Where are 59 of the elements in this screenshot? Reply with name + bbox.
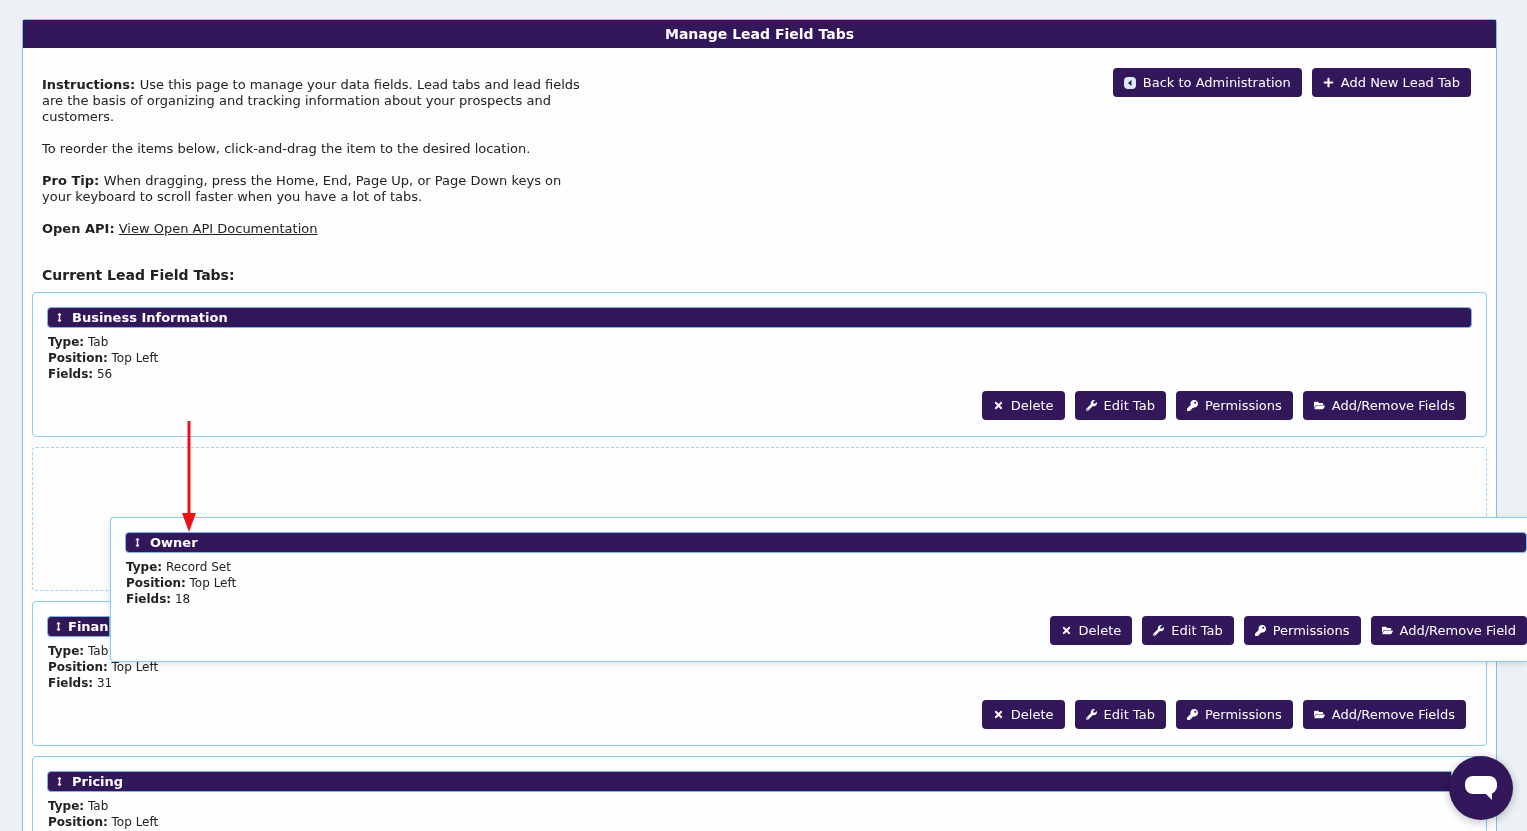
close-icon xyxy=(992,400,1004,411)
wrench-icon xyxy=(1085,400,1097,411)
action-button[interactable]: Permissions xyxy=(1243,616,1361,645)
tab-detail: Fields: 56 xyxy=(48,366,114,382)
tab-header[interactable]: Owner xyxy=(125,532,1527,553)
drag-handle-icon[interactable] xyxy=(55,313,64,322)
instruction-text: To reorder the items below, click-and-drag the item to the desired location. xyxy=(42,141,532,157)
action-button[interactable]: Permissions xyxy=(1175,391,1293,420)
action-button[interactable]: Edit Tab xyxy=(1074,700,1166,729)
page-title: Manage Lead Field Tabs xyxy=(23,20,1496,48)
tab-detail: Position: Top Left xyxy=(126,575,238,591)
tab-header[interactable]: Business Information xyxy=(47,307,1472,328)
close-icon xyxy=(1060,625,1072,636)
action-button[interactable]: Add/Remove Fields xyxy=(1302,391,1466,420)
key-icon xyxy=(1186,709,1198,720)
tab-detail: Type: Tab xyxy=(48,643,110,659)
action-button[interactable]: Delete xyxy=(981,700,1065,729)
api-label: Open API: xyxy=(42,221,115,236)
action-button[interactable]: Add/Remove Field xyxy=(1370,616,1527,645)
tab-detail: Type: Record Set xyxy=(126,559,232,575)
close-icon xyxy=(992,709,1004,720)
tab-title: Business Information xyxy=(72,308,228,327)
action-button[interactable]: Permissions xyxy=(1175,700,1293,729)
folder-icon xyxy=(1313,709,1325,720)
action-button[interactable]: Add/Remove Fields xyxy=(1302,700,1466,729)
back-icon xyxy=(1123,76,1136,89)
action-button[interactable]: Delete xyxy=(1049,616,1133,645)
instruction-text: Pro Tip: When dragging, press the Home, End, Page Up, or Page Down keys on your keyboard to scroll faster when you have a lot of tabs. xyxy=(42,173,563,205)
instruction-text: Instructions: Use this page to manage your data fields. Lead tabs and lead fields are the basis of organizing and tracking information about your prospects and customers. xyxy=(42,77,581,125)
drag-handle-icon[interactable] xyxy=(54,622,63,631)
chat-icon xyxy=(1465,776,1497,800)
documentation-link[interactable]: View Open API Documentation xyxy=(118,221,318,236)
section-heading: Current Lead Field Tabs: xyxy=(41,266,236,285)
action-button[interactable]: Edit Tab xyxy=(1074,391,1166,420)
wrench-icon xyxy=(1085,709,1097,720)
folder-icon xyxy=(1313,400,1325,411)
wrench-icon xyxy=(1153,625,1165,636)
tab-detail: Fields: 18 xyxy=(126,591,192,607)
action-button[interactable]: Delete xyxy=(981,391,1065,420)
tab-header[interactable]: Finan xyxy=(47,616,110,637)
drag-handle-icon[interactable] xyxy=(133,538,142,547)
tab-title: Finan xyxy=(68,617,109,636)
plus-icon xyxy=(1322,77,1334,88)
action-button[interactable]: Back to Administration xyxy=(1112,68,1302,97)
tab-title: Pricing xyxy=(72,772,124,791)
tab-detail: Position: Top Left xyxy=(48,659,160,675)
action-button[interactable]: Add New Lead Tab xyxy=(1311,68,1471,97)
tab-title: Owner xyxy=(150,533,198,552)
tab-detail: Type: Tab xyxy=(48,334,110,350)
key-icon xyxy=(1186,400,1198,411)
tab-detail: Position: Top Left xyxy=(48,350,160,366)
tab-detail: Position: Top Left xyxy=(48,814,160,830)
tab-detail: Type: Tab xyxy=(48,798,110,814)
key-icon xyxy=(1254,625,1266,636)
folder-icon xyxy=(1381,625,1393,636)
tab-detail: Fields: 31 xyxy=(48,675,114,691)
tab-header[interactable]: Pricing xyxy=(47,771,1452,792)
action-button[interactable]: Edit Tab xyxy=(1142,616,1234,645)
drag-handle-icon[interactable] xyxy=(55,777,64,786)
